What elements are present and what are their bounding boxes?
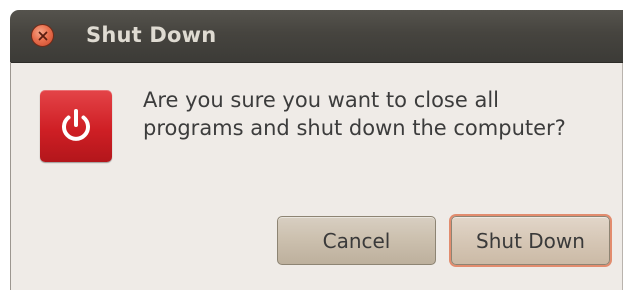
close-icon: [38, 31, 48, 41]
shut-down-button[interactable]: Shut Down: [451, 216, 610, 265]
power-symbol-icon: [62, 109, 90, 141]
shut-down-button-label: Shut Down: [476, 228, 585, 253]
window-title: Shut Down: [86, 23, 217, 47]
shutdown-dialog-window: Shut Down Are you sure you want to close…: [10, 10, 623, 290]
cancel-button[interactable]: Cancel: [277, 216, 436, 265]
window-border: [10, 62, 11, 290]
cancel-button-label: Cancel: [322, 228, 391, 253]
dialog-message-line-2: programs and shut down the computer?: [143, 116, 566, 140]
titlebar[interactable]: Shut Down: [10, 10, 623, 63]
dialog-message-line-1: Are you sure you want to close all: [143, 88, 499, 112]
close-button[interactable]: [31, 24, 54, 47]
power-icon: [40, 90, 112, 162]
dialog-message: Are you sure you want to close all progr…: [143, 86, 623, 142]
